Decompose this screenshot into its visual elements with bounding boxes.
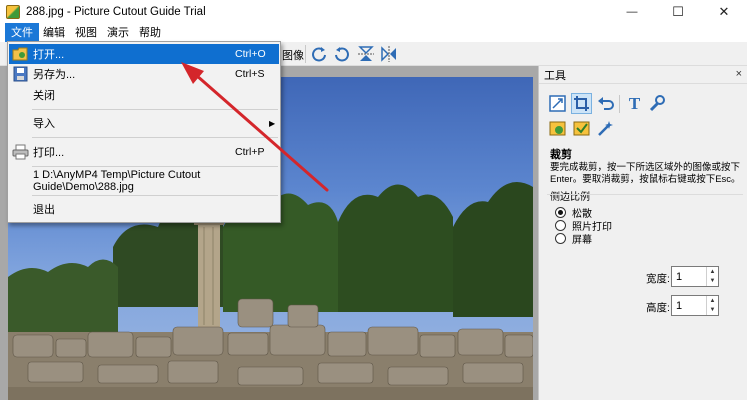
minimize-icon: — xyxy=(626,6,638,18)
radio-icon xyxy=(555,220,566,231)
menu-help[interactable]: 帮助 xyxy=(134,24,166,42)
wrench-icon xyxy=(649,95,665,112)
menu-bar: 文件 编辑 视图 演示 帮助 xyxy=(0,23,747,43)
submenu-arrow-icon: ▶ xyxy=(269,118,276,128)
radio-icon xyxy=(555,233,566,244)
undo-tool-button[interactable] xyxy=(595,93,616,114)
recent-file-label: 1 D:\AnyMP4 Temp\Picture Cutout Guide\De… xyxy=(33,169,201,193)
app-window: 288.jpg - Picture Cutout Guide Trial — ☐… xyxy=(0,0,747,400)
minimize-button[interactable]: — xyxy=(609,0,655,24)
menu-item-print[interactable]: 打印... Ctrl+P xyxy=(9,142,279,162)
open-label: 打开... xyxy=(33,49,65,61)
panel-separator xyxy=(619,95,620,113)
text-tool-button[interactable]: T xyxy=(624,93,645,114)
tools-panel-title: 工具 xyxy=(544,69,566,82)
crop-description: 要完成裁剪，按一下所选区域外的图像或按下Enter。要取消裁剪，按鼠标右键或按下… xyxy=(550,162,741,185)
import-label: 导入 xyxy=(33,118,55,130)
adjust-tool-button[interactable] xyxy=(646,93,667,114)
tools-panel: 工具 × T 裁剪 要完成裁剪，按一下所选区域外的图像或按下Enter。要取消裁… xyxy=(538,66,747,400)
effect-tool-button-3[interactable] xyxy=(595,118,616,139)
spin-down-icon[interactable]: ▼ xyxy=(707,306,718,316)
image-enhance-icon xyxy=(573,121,590,136)
menu-edit[interactable]: 编辑 xyxy=(38,24,70,42)
width-stepper[interactable]: 1 ▲ ▼ xyxy=(671,266,719,287)
toolbar-image-label[interactable]: 图像 xyxy=(282,47,304,63)
aspect-ratio-group: 松散 照片打印 屏幕 xyxy=(547,194,743,246)
spin-up-icon[interactable]: ▲ xyxy=(707,267,718,277)
height-stepper[interactable]: 1 ▲ ▼ xyxy=(671,295,719,316)
ratio-option-screen[interactable]: 屏幕 xyxy=(555,231,592,246)
height-spin-buttons: ▲ ▼ xyxy=(706,296,718,315)
menu-item-import[interactable]: 导入 ▶ xyxy=(9,113,279,133)
open-folder-icon xyxy=(12,47,28,61)
height-value[interactable]: 1 xyxy=(672,300,706,312)
close-label: 关闭 xyxy=(33,90,55,102)
flip-horizontal-icon[interactable] xyxy=(380,45,398,63)
close-icon: ✕ xyxy=(718,4,730,19)
title-bar: 288.jpg - Picture Cutout Guide Trial — ☐… xyxy=(0,0,747,24)
menu-item-exit[interactable]: 退出 xyxy=(9,199,279,219)
print-label: 打印... xyxy=(33,147,65,159)
menu-item-recent-file[interactable]: 1 D:\AnyMP4 Temp\Picture Cutout Guide\De… xyxy=(9,169,279,193)
exit-label: 退出 xyxy=(33,204,55,216)
flip-vertical-icon[interactable] xyxy=(357,45,375,63)
menu-separator xyxy=(32,137,278,138)
toolbar-separator xyxy=(305,45,306,63)
save-icon xyxy=(13,66,28,82)
crop-section-title: 裁剪 xyxy=(550,149,572,161)
save-as-shortcut: Ctrl+S xyxy=(235,68,265,80)
effect-tool-button-2[interactable] xyxy=(571,118,592,139)
file-menu-dropdown: 打开... Ctrl+O 另存为... Ctrl+S 关闭 导入 ▶ 打印...… xyxy=(7,41,281,223)
save-as-label: 另存为... xyxy=(33,69,76,81)
crop-icon xyxy=(574,96,589,111)
maximize-button[interactable]: ☐ xyxy=(655,0,701,24)
print-shortcut: Ctrl+P xyxy=(235,146,265,158)
open-shortcut: Ctrl+O xyxy=(235,48,266,60)
spin-up-icon[interactable]: ▲ xyxy=(707,296,718,306)
panel-close-icon[interactable]: × xyxy=(736,68,742,80)
magic-effect-icon xyxy=(598,121,613,136)
menu-item-close[interactable]: 关闭 xyxy=(9,85,279,105)
rotate-right-icon[interactable] xyxy=(310,45,328,63)
height-label: 高度: xyxy=(646,302,670,314)
text-icon: T xyxy=(628,93,641,113)
rotate-left-icon[interactable] xyxy=(333,45,351,63)
crop-tool-button[interactable] xyxy=(571,93,592,114)
effect-tool-button-1[interactable] xyxy=(547,118,568,139)
spin-down-icon[interactable]: ▼ xyxy=(707,277,718,287)
menu-slideshow[interactable]: 演示 xyxy=(102,24,134,42)
menu-item-open[interactable]: 打开... Ctrl+O xyxy=(9,44,279,64)
radio-selected-icon xyxy=(555,207,566,218)
printer-icon xyxy=(12,144,29,160)
ratio-option-label: 屏幕 xyxy=(572,235,592,246)
width-spin-buttons: ▲ ▼ xyxy=(706,267,718,286)
undo-icon xyxy=(598,97,614,110)
window-title: 288.jpg - Picture Cutout Guide Trial xyxy=(26,6,206,18)
resize-tool-button[interactable] xyxy=(547,93,568,114)
resize-icon xyxy=(549,95,566,112)
tools-panel-header: 工具 × xyxy=(539,66,747,84)
menu-view[interactable]: 视图 xyxy=(70,24,102,42)
width-label: 宽度: xyxy=(646,273,670,285)
menu-separator xyxy=(32,166,278,167)
image-effect-icon xyxy=(549,121,566,136)
menu-separator xyxy=(32,109,278,110)
app-logo-icon xyxy=(6,5,20,19)
menu-separator xyxy=(32,195,278,196)
close-button[interactable]: ✕ xyxy=(701,0,747,24)
menu-file[interactable]: 文件 xyxy=(5,23,39,43)
maximize-icon: ☐ xyxy=(672,4,684,19)
menu-item-save-as[interactable]: 另存为... Ctrl+S xyxy=(9,64,279,84)
width-value[interactable]: 1 xyxy=(672,271,706,283)
